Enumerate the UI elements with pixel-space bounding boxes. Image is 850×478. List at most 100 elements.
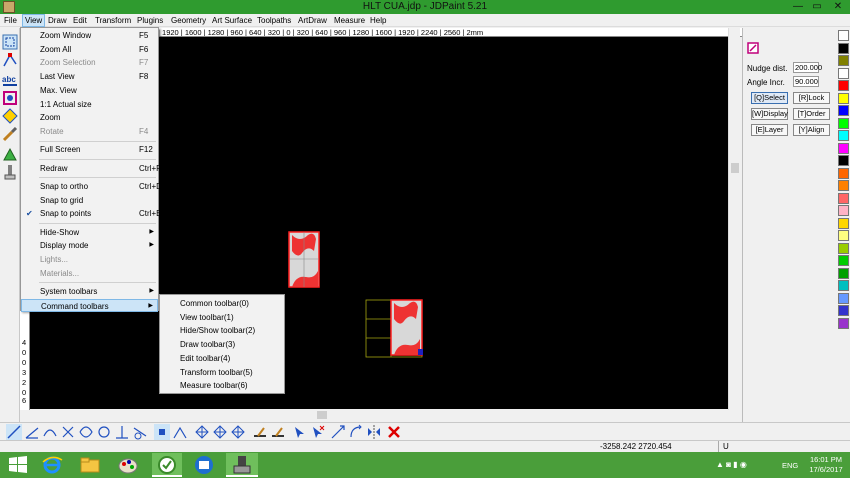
- grid-snap-3-icon[interactable]: [230, 424, 246, 440]
- paint-app-icon[interactable]: [116, 454, 140, 476]
- tangent-tool-icon[interactable]: [132, 424, 148, 440]
- color-swatch[interactable]: [838, 155, 849, 166]
- line-tool-icon[interactable]: [6, 424, 22, 440]
- file-explorer-icon[interactable]: [78, 454, 102, 476]
- menu-artdraw[interactable]: ArtDraw: [296, 14, 329, 27]
- delete-icon[interactable]: [386, 424, 402, 440]
- menu-view[interactable]: View: [22, 14, 46, 27]
- select-button[interactable]: [Q]Select: [751, 92, 788, 104]
- node-edit-icon[interactable]: [2, 52, 18, 68]
- menu-plugins[interactable]: Plugins: [135, 14, 165, 27]
- menu-file[interactable]: File: [2, 14, 19, 27]
- color-swatch[interactable]: [838, 55, 849, 66]
- color-swatch[interactable]: [838, 117, 849, 129]
- nudge-input[interactable]: 200.000: [793, 62, 822, 73]
- layer-button[interactable]: [E]Layer: [751, 124, 788, 136]
- language-indicator[interactable]: ENG: [782, 461, 798, 470]
- command-toolbar-item[interactable]: Measure toolbar(6): [160, 379, 284, 393]
- color-swatch[interactable]: [838, 305, 849, 316]
- command-toolbar-item[interactable]: Draw toolbar(3): [160, 338, 284, 352]
- horizontal-scroll-thumb[interactable]: [317, 411, 327, 419]
- command-toolbar-item[interactable]: Transform toolbar(5): [160, 366, 284, 380]
- vertical-scrollbar[interactable]: [728, 28, 740, 410]
- windows-start-icon[interactable]: [6, 454, 30, 476]
- color-swatch[interactable]: [838, 167, 849, 179]
- color-swatch[interactable]: [838, 192, 849, 204]
- menu-draw[interactable]: Draw: [46, 14, 69, 27]
- snap-nearest-icon[interactable]: [172, 424, 188, 440]
- view-menu-item[interactable]: Full Screen F12: [21, 143, 158, 157]
- rotate-tool-icon[interactable]: [348, 424, 364, 440]
- color-swatch[interactable]: [838, 42, 849, 54]
- align-button[interactable]: [Y]Align: [793, 124, 830, 136]
- select-tool-icon[interactable]: [2, 34, 18, 50]
- snap-point-icon[interactable]: [154, 424, 170, 440]
- measure-tool-2-icon[interactable]: [270, 424, 286, 440]
- view-menu-item[interactable]: Last View F8: [21, 70, 158, 84]
- order-button[interactable]: [T]Order: [793, 108, 830, 120]
- command-toolbar-item[interactable]: Edit toolbar(4): [160, 352, 284, 366]
- circle-tool-icon[interactable]: [96, 424, 112, 440]
- grid-snap-icon[interactable]: [194, 424, 210, 440]
- internet-explorer-icon[interactable]: [40, 454, 64, 476]
- arc-tool-icon[interactable]: [42, 424, 58, 440]
- lock-button[interactable]: [R]Lock: [793, 92, 830, 104]
- command-toolbar-item[interactable]: Common toolbar(0): [160, 297, 284, 311]
- view-menu-item[interactable]: Redraw Ctrl+R: [21, 162, 162, 176]
- color-swatch[interactable]: [838, 105, 849, 116]
- view-menu-item[interactable]: System toolbars ▶: [21, 285, 158, 299]
- minimize-button[interactable]: —: [789, 0, 807, 13]
- blue-app-icon[interactable]: [192, 454, 216, 476]
- color-swatch[interactable]: [838, 255, 849, 266]
- view-menu-item[interactable]: Command toolbars ▶: [21, 298, 158, 313]
- menu-art-surface[interactable]: Art Surface: [210, 14, 254, 27]
- pointer-arrow-icon[interactable]: [292, 424, 308, 440]
- transform-tool-icon[interactable]: [330, 424, 346, 440]
- mirror-tool-icon[interactable]: [366, 424, 382, 440]
- view-menu-item[interactable]: Max. View: [21, 84, 158, 98]
- close-button[interactable]: ✕: [828, 0, 848, 13]
- menu-transform[interactable]: Transform: [93, 14, 133, 27]
- relief-tool-icon[interactable]: [2, 146, 18, 162]
- menu-geometry[interactable]: Geometry: [169, 14, 208, 27]
- color-swatch[interactable]: [838, 80, 849, 91]
- horizontal-scrollbar[interactable]: [30, 410, 740, 420]
- color-swatch[interactable]: [838, 242, 849, 254]
- toolpath-tool-icon[interactable]: [2, 164, 18, 180]
- curve-tool-icon[interactable]: [78, 424, 94, 440]
- pointer-x-icon[interactable]: [310, 424, 326, 440]
- color-swatch[interactable]: [838, 217, 849, 229]
- vertical-scroll-thumb[interactable]: [731, 163, 739, 173]
- fill-tool-icon[interactable]: [2, 108, 18, 124]
- view-menu-item[interactable]: Display mode ▶: [21, 239, 158, 253]
- color-swatch[interactable]: [838, 230, 849, 241]
- view-menu-item[interactable]: 1:1 Actual size: [21, 98, 158, 112]
- color-swatch[interactable]: [838, 317, 849, 329]
- menu-toolpaths[interactable]: Toolpaths: [255, 14, 293, 27]
- view-menu-item[interactable]: Hide-Show ▶: [21, 226, 158, 240]
- brush-tool-icon[interactable]: [2, 126, 18, 142]
- color-swatch[interactable]: [838, 280, 849, 291]
- view-menu-item[interactable]: Snap to grid: [21, 194, 158, 208]
- menu-measure[interactable]: Measure: [332, 14, 367, 27]
- color-swatch[interactable]: [838, 130, 849, 141]
- command-toolbar-item[interactable]: Hide/Show toolbar(2): [160, 324, 284, 338]
- color-swatch[interactable]: [838, 67, 849, 79]
- view-menu-item[interactable]: Zoom Window F5: [21, 29, 158, 43]
- command-toolbar-item[interactable]: View toolbar(1): [160, 311, 284, 325]
- color-swatch[interactable]: [838, 205, 849, 216]
- display-button[interactable]: [W]Display: [751, 108, 788, 120]
- green-app-icon[interactable]: [155, 454, 179, 476]
- panel-tab-icon[interactable]: [747, 42, 759, 54]
- view-menu-item[interactable]: ✔ Snap to points Ctrl+E: [21, 207, 161, 221]
- color-swatch[interactable]: [838, 267, 849, 279]
- view-menu-item[interactable]: Zoom: [21, 111, 158, 125]
- cross-tool-icon[interactable]: [60, 424, 76, 440]
- grid-snap-2-icon[interactable]: [212, 424, 228, 440]
- perpendicular-tool-icon[interactable]: [114, 424, 130, 440]
- clock-date[interactable]: 17/6/2017: [806, 465, 846, 474]
- jdpaint-taskbar-icon[interactable]: [230, 454, 254, 476]
- clock-time[interactable]: 16:01 PM: [806, 455, 846, 464]
- text-tool-icon[interactable]: abc: [2, 72, 18, 88]
- color-swatch[interactable]: [838, 30, 849, 41]
